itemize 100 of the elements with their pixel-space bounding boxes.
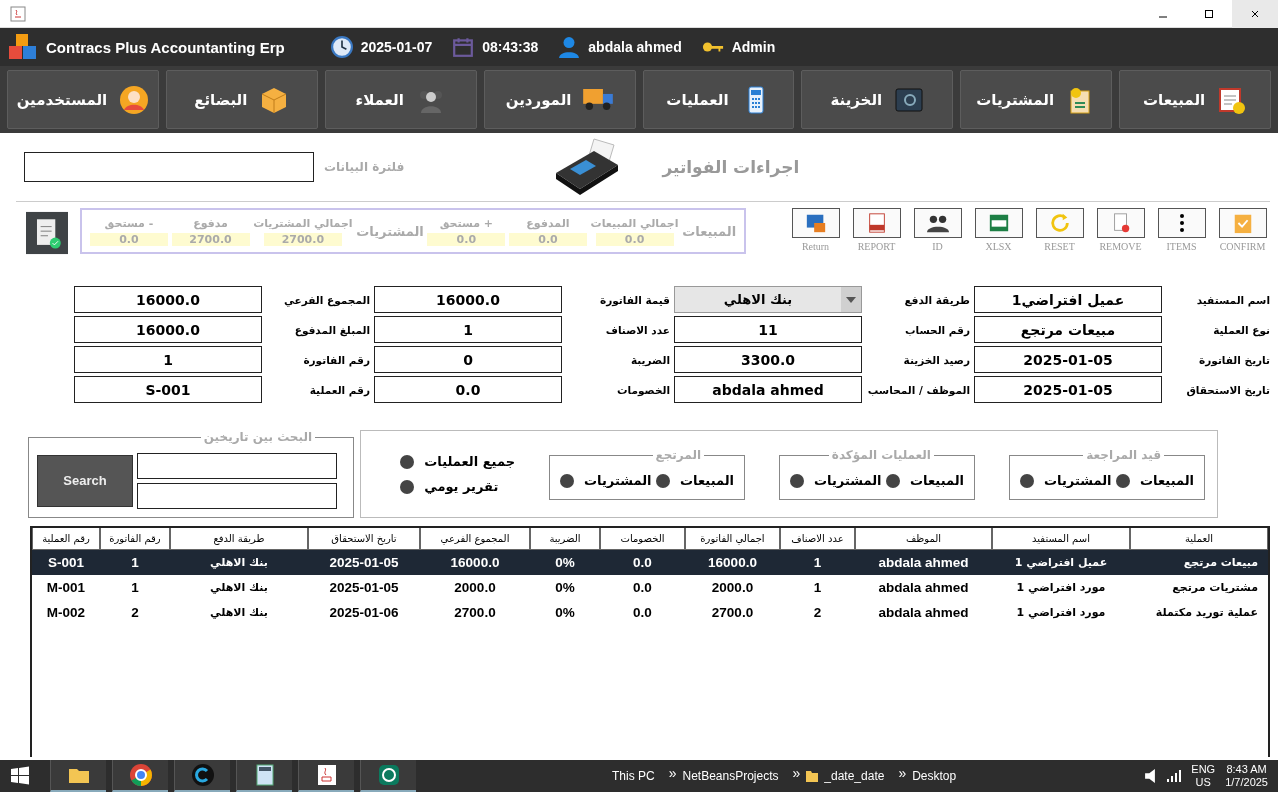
radio-button[interactable] <box>560 473 574 488</box>
table-cell-text: 16000.0 <box>449 554 501 572</box>
field-label: تاريخ الفاتورة <box>1198 353 1270 366</box>
input-field[interactable]: abdala ahmed <box>674 376 862 403</box>
nav-button[interactable]: العملاء <box>324 70 477 129</box>
chevron[interactable]: » <box>898 765 907 781</box>
date-field[interactable] <box>137 482 337 509</box>
app-name: Contracs Plus Accountanting Erp <box>46 38 285 56</box>
column-header[interactable]: اسم المستفيد <box>992 528 1130 550</box>
column-header[interactable]: تاريخ الاستحقاق <box>308 528 420 550</box>
input-field[interactable]: 11 <box>674 316 862 343</box>
date-field[interactable] <box>137 452 337 479</box>
filter-field[interactable] <box>24 152 314 182</box>
toolbar-link[interactable]: _date_date <box>824 769 885 783</box>
column-header[interactable]: اجمالي الفاتورة <box>685 528 780 550</box>
toolbar-link[interactable]: This PC <box>612 769 655 783</box>
taskbar-app[interactable] <box>50 760 106 792</box>
ring-icon <box>190 763 215 787</box>
radio-button[interactable] <box>400 454 415 469</box>
group-legend: البحث بين تاريخين <box>200 430 315 444</box>
region-label[interactable]: US <box>1195 776 1211 789</box>
table-cell-text: 2 <box>812 604 823 622</box>
toolbar-label: REMOVE <box>1099 241 1142 252</box>
radio-button[interactable] <box>886 473 901 488</box>
input-field[interactable]: 16000.0 <box>74 286 262 313</box>
search-button[interactable]: Search <box>37 454 133 507</box>
input-field[interactable]: 0 <box>374 346 562 373</box>
input-field[interactable]: 2025-01-05 <box>974 376 1162 403</box>
receipt-icon <box>26 210 69 256</box>
field-label: رقم الفاتورة <box>302 353 370 366</box>
language-label[interactable]: ENG <box>1191 763 1216 776</box>
taskbar-app[interactable] <box>236 760 292 792</box>
nav-button[interactable]: البضائع <box>165 70 318 129</box>
chevron[interactable]: » <box>792 765 801 781</box>
clock-time[interactable]: 8:43 AM <box>1226 763 1267 776</box>
radio-label: المبيعات <box>680 473 734 488</box>
radio-button[interactable] <box>656 473 671 488</box>
column-header[interactable]: رقم الفاتورة <box>100 528 170 550</box>
radio-button[interactable] <box>790 473 804 488</box>
nav-button[interactable]: المبيعات <box>1119 70 1271 129</box>
toolbar-button[interactable] <box>1035 208 1084 238</box>
dropdown[interactable]: بنك الاهلي <box>674 286 862 313</box>
nav-button[interactable]: الموردين <box>483 70 636 129</box>
radio-button[interactable] <box>400 479 415 494</box>
input-field[interactable]: 3300.0 <box>674 346 862 373</box>
input-field[interactable]: عميل افتراضي1 <box>974 286 1162 313</box>
column-header[interactable]: طريقة الدفع <box>170 528 308 550</box>
toolbar-label: CONFIRM <box>1219 241 1266 252</box>
taskbar-app[interactable] <box>174 760 230 792</box>
input-field[interactable]: 1 <box>74 346 262 373</box>
toolbar-button[interactable] <box>974 208 1023 238</box>
input-field[interactable]: 1 <box>374 316 562 343</box>
table-cell-text: بنك الاهلي <box>209 555 269 571</box>
radio-button[interactable] <box>1020 473 1034 488</box>
nav-button[interactable]: العمليات <box>642 70 795 129</box>
toolbar-button[interactable] <box>1218 208 1267 238</box>
column-header[interactable]: العملية <box>1130 528 1268 550</box>
table-cell-text: M-001 <box>45 579 87 597</box>
nav-button[interactable]: المشتريات <box>960 70 1113 129</box>
table-cell-text: 2025-01-06 <box>328 604 400 622</box>
toolbar-button[interactable] <box>791 208 840 238</box>
field-label: الموظف / المحاسب <box>866 383 970 396</box>
toolbar-button[interactable] <box>1096 208 1145 238</box>
column-header[interactable]: عدد الاصناف <box>780 528 855 550</box>
input-field[interactable]: 2025-01-05 <box>974 346 1162 373</box>
input-field[interactable]: 16000.0 <box>74 316 262 343</box>
taskbar-app[interactable] <box>112 760 168 792</box>
field-label: المبلغ المدفوع <box>293 323 370 336</box>
toolbar-link[interactable]: Desktop <box>912 769 957 783</box>
toolbar-button[interactable] <box>852 208 901 238</box>
field-label: رصيد الخزينة <box>902 353 970 366</box>
toolbar-button[interactable] <box>913 208 962 238</box>
chevron[interactable]: » <box>668 765 677 781</box>
table-cell-text: 0% <box>554 579 576 597</box>
toolbar-label: ITEMS <box>1166 241 1197 252</box>
nav-button[interactable]: الخزينة <box>801 70 954 129</box>
column-header[interactable]: المجموع الفرعي <box>420 528 530 550</box>
table-cell-text: عملية توريد مكتملة <box>1154 605 1259 621</box>
taskbar-app[interactable] <box>298 760 354 792</box>
nav-button[interactable]: المستخدمين <box>7 70 159 129</box>
column-header[interactable]: رقم العملية <box>32 528 100 550</box>
cubes-icon <box>8 32 38 62</box>
column-header[interactable]: الضريبة <box>530 528 600 550</box>
summary-label: مدفوع <box>193 216 228 230</box>
toolbar-link[interactable]: NetBeansProjects <box>682 769 779 783</box>
input-field[interactable]: 16000.0 <box>374 286 562 313</box>
user-icon <box>558 36 581 58</box>
toolbar-button[interactable] <box>1157 208 1206 238</box>
radio-button[interactable] <box>1116 473 1131 488</box>
column-header[interactable]: الخصومات <box>600 528 685 550</box>
chrome-icon <box>128 763 153 787</box>
table-cell-text: بنك الاهلي <box>209 605 269 621</box>
input-field[interactable]: S-001 <box>74 376 262 403</box>
input-field[interactable]: مبيعات مرتجع <box>974 316 1162 343</box>
folder-icon <box>806 770 819 782</box>
clock-date[interactable]: 1/7/2025 <box>1225 776 1268 789</box>
toolbar-label: XLSX <box>985 241 1012 252</box>
input-field[interactable]: 0.0 <box>374 376 562 403</box>
taskbar-app[interactable] <box>360 760 416 792</box>
column-header[interactable]: الموظف <box>855 528 992 550</box>
